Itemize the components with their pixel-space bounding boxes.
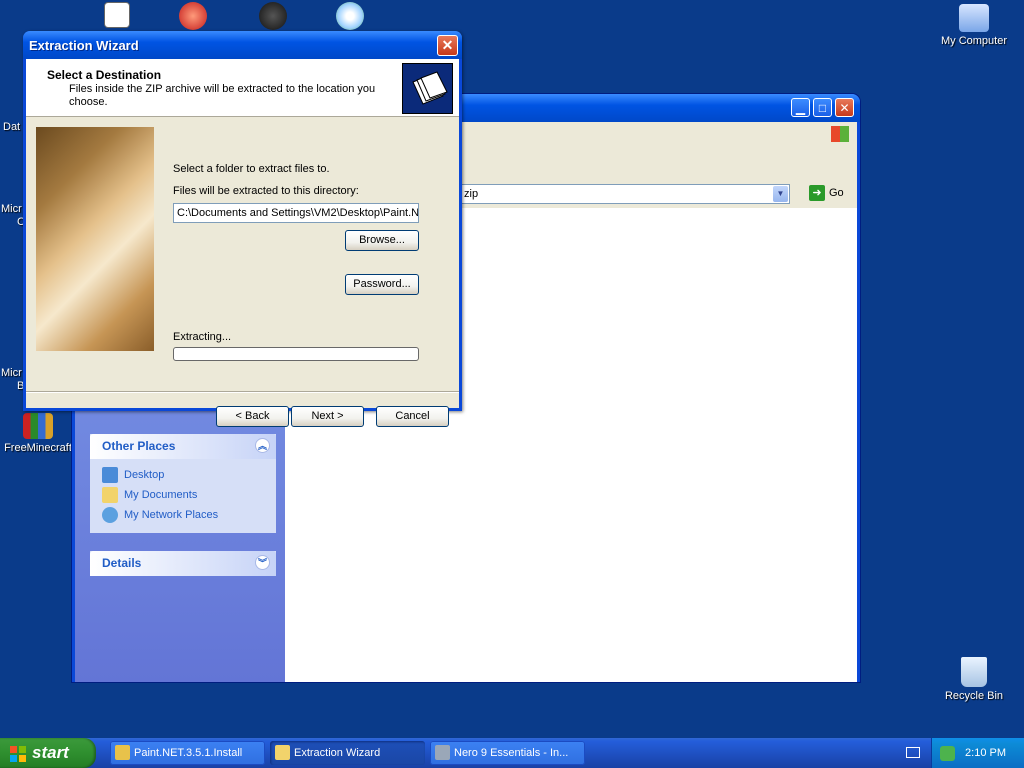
minimize-button[interactable]: ▁ — [791, 98, 810, 117]
other-places-title: Other Places — [102, 439, 176, 453]
start-button[interactable]: start — [0, 738, 96, 768]
password-button[interactable]: Password... — [345, 274, 419, 295]
installer-icon — [115, 745, 130, 760]
desktop-partial-label: Micr — [1, 203, 22, 215]
clock[interactable]: 2:10 PM — [965, 747, 1006, 759]
details-pane: Details ︾ — [90, 551, 276, 576]
wizard-client-area: Select a Destination Files inside the ZI… — [26, 59, 459, 427]
taskbar-item-nero-essentials[interactable]: Nero 9 Essentials - In... — [430, 741, 585, 765]
wizard-decorative-image — [36, 127, 154, 351]
extracting-label: Extracting... — [173, 331, 232, 343]
place-link-my-documents[interactable]: My Documents — [102, 485, 264, 505]
desktop-icon-label: My Computer — [940, 35, 1008, 47]
recycle-bin-icon — [961, 657, 987, 687]
go-button[interactable]: ➜ Go — [809, 185, 844, 201]
keyboard-language-icon[interactable] — [906, 747, 920, 758]
details-title: Details — [102, 556, 142, 570]
windows-flag-icon — [10, 745, 26, 762]
taskbar-item-label: Nero 9 Essentials - In... — [454, 747, 569, 759]
desktop-icon-freeminecraft[interactable]: FreeMinecraft — [0, 413, 78, 454]
desktop-icon-unknown-app-2[interactable] — [153, 2, 233, 33]
desktop-icon — [102, 467, 118, 484]
close-button[interactable]: ✕ — [835, 98, 854, 117]
desktop-icon-unknown-app-4[interactable] — [310, 2, 390, 33]
windows-logo-icon — [831, 126, 849, 142]
desktop-partial-label: Dat — [3, 121, 21, 133]
taskbar-item-paint-net-install[interactable]: Paint.NET.3.5.1.Install — [110, 741, 265, 765]
taskbar-item-extraction-wizard[interactable]: Extraction Wizard — [270, 741, 425, 765]
other-places-pane: Other Places ︽ Desktop My Documents My N… — [90, 434, 276, 533]
wizard-title-bar[interactable]: Extraction Wizard ✕ — [23, 31, 462, 59]
taskbar: start Paint.NET.3.5.1.Install Extraction… — [0, 738, 1024, 768]
network-places-icon — [102, 507, 118, 524]
place-link-label: Desktop — [124, 469, 165, 481]
address-text: zip — [464, 188, 479, 200]
taskbar-item-label: Paint.NET.3.5.1.Install — [134, 747, 243, 759]
select-folder-label: Select a folder to extract files to. — [173, 163, 330, 175]
place-link-label: My Documents — [124, 489, 198, 501]
my-computer-icon — [959, 4, 989, 32]
dark-game-icon — [259, 2, 287, 30]
extraction-wizard-dialog[interactable]: Extraction Wizard ✕ Select a Destination… — [23, 31, 462, 427]
application-window-icon — [104, 2, 130, 28]
desktop-partial-label: Micr — [1, 367, 22, 379]
expand-chevron-icon[interactable]: ︾ — [255, 555, 270, 570]
address-input[interactable]: zip ▼ — [460, 184, 790, 204]
minecraft-package-icon — [23, 413, 53, 439]
cd-setup-icon — [336, 2, 364, 30]
my-documents-icon — [102, 487, 118, 504]
desktop-icon-label: Recycle Bin — [944, 690, 1004, 702]
extraction-progress-bar — [173, 347, 419, 361]
desktop-icon-unknown-app-3[interactable] — [233, 2, 313, 33]
desktop-icon-label: FreeMinecraft — [4, 442, 72, 454]
wizard-header: Select a Destination Files inside the ZI… — [26, 59, 459, 117]
browse-button[interactable]: Browse... — [345, 230, 419, 251]
collapse-chevron-icon[interactable]: ︽ — [255, 438, 270, 453]
folder-icon — [275, 745, 290, 760]
go-arrow-icon: ➜ — [809, 185, 825, 201]
other-places-header[interactable]: Other Places ︽ — [90, 434, 276, 459]
maximize-button[interactable]: □ — [813, 98, 832, 117]
nero-setup-icon — [435, 745, 450, 760]
desktop-icon-unknown-app-1[interactable] — [77, 2, 157, 31]
back-button[interactable]: < Back — [216, 406, 289, 427]
go-label: Go — [829, 186, 844, 199]
cancel-button[interactable]: Cancel — [376, 406, 449, 427]
place-link-my-network-places[interactable]: My Network Places — [102, 505, 264, 525]
directory-label: Files will be extracted to this director… — [173, 185, 359, 197]
desktop-icon-recycle-bin[interactable]: Recycle Bin — [934, 657, 1014, 702]
destination-path-input[interactable]: C:\Documents and Settings\VM2\Desktop\Pa… — [173, 203, 419, 223]
taskbar-item-label: Extraction Wizard — [294, 747, 381, 759]
start-label: start — [32, 743, 69, 762]
system-tray: 2:10 PM — [931, 738, 1024, 768]
wizard-header-title: Select a Destination — [47, 68, 162, 82]
wizard-title: Extraction Wizard — [29, 38, 139, 53]
place-link-desktop[interactable]: Desktop — [102, 465, 264, 485]
wizard-header-subtitle: Files inside the ZIP archive will be ext… — [69, 83, 376, 108]
wizard-close-button[interactable]: ✕ — [437, 35, 458, 56]
network-tray-icon[interactable] — [940, 746, 955, 761]
red-flame-icon — [179, 2, 207, 30]
place-link-label: My Network Places — [124, 509, 219, 521]
zip-folder-icon — [402, 63, 453, 114]
desktop-icon-my-computer[interactable]: My Computer — [934, 4, 1014, 47]
chevron-down-icon[interactable]: ▼ — [773, 186, 788, 202]
details-header[interactable]: Details ︾ — [90, 551, 276, 576]
wizard-separator — [26, 391, 459, 393]
next-button[interactable]: Next > — [291, 406, 364, 427]
